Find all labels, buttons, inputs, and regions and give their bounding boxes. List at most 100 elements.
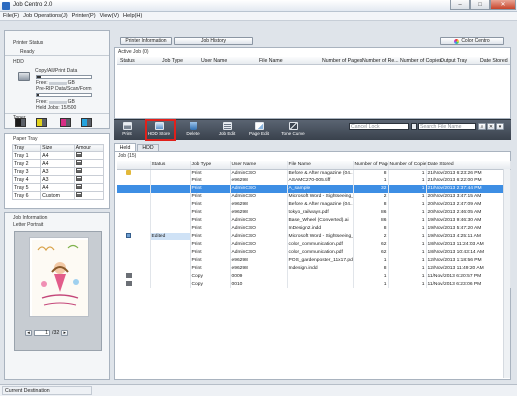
col-number-of-copies[interactable]: Number of Copies <box>400 58 442 64</box>
col-number-of-copies[interactable]: Number of Copies <box>388 161 427 170</box>
row-copies: 1 <box>388 256 427 265</box>
menu-job-operations[interactable]: Job Operations(J) <box>23 13 67 19</box>
search-icon[interactable]: ⌕ <box>478 123 486 130</box>
menu-view[interactable]: View(V) <box>100 13 119 19</box>
row-copies: 1 <box>388 240 427 249</box>
col-job-type[interactable]: Job Type <box>190 161 231 170</box>
menu-printer[interactable]: Printer(P) <box>72 13 96 19</box>
table-row[interactable]: Print AdminCSO color_communication.pdf 62 1 1… <box>117 248 511 257</box>
close-button[interactable]: ✕ <box>490 0 516 10</box>
cancel-lock-field[interactable]: Cancel Lock <box>349 123 409 130</box>
row-icon-cell <box>117 256 151 265</box>
row-date-stored: 12/Nov/2013 1:18:56 PM <box>426 256 511 265</box>
search-options-icon[interactable]: ▾ <box>496 123 504 130</box>
tone-curve-button[interactable]: Tone Curve <box>280 122 306 137</box>
row-file-name: InDesign2.indd <box>287 224 354 233</box>
table-row[interactable]: Print e96298 ASAMC270-005.tiff 1 1 21/Nov/201… <box>117 176 511 185</box>
close-search-icon[interactable]: ✕ <box>487 123 495 130</box>
row-file-name <box>287 272 354 281</box>
col-file-name[interactable]: File Name <box>287 161 354 170</box>
col-icon[interactable] <box>117 161 151 170</box>
row-pages: 2 <box>353 192 389 201</box>
row-file-name: ASAMC270-005.tiff <box>287 176 354 185</box>
col-number-of-pages[interactable]: Number of Pages <box>353 161 389 170</box>
table-row[interactable]: Print AdminCSO A_sample 32 1 21/Nov/2013 2:37… <box>117 184 511 193</box>
vertical-scrollbar[interactable] <box>503 169 510 378</box>
current-destination: Current Destination <box>2 386 92 395</box>
col-job-type[interactable]: Job Type <box>162 58 183 64</box>
row-pages: 8 <box>353 200 389 209</box>
row-job-type: Print <box>190 248 231 257</box>
col-status[interactable]: Status <box>120 58 135 64</box>
search-input[interactable]: Search File Name <box>418 123 476 130</box>
table-row[interactable]: Print AdminCSO Base_Wheel (Converted).ai 86… <box>117 216 511 225</box>
row-copies: 1 <box>388 184 427 193</box>
page-edit-button[interactable]: Page Edit <box>246 122 272 137</box>
row-status <box>150 256 191 265</box>
lock-icon[interactable] <box>411 123 417 130</box>
col-user-name[interactable]: User Name <box>230 161 288 170</box>
hdd-icon <box>18 72 30 81</box>
table-row[interactable]: Print AdminCSO Microsoft Word - Sightseein… <box>117 192 511 201</box>
page-number-input[interactable]: 1 <box>34 330 50 336</box>
row-pages: 8 <box>353 224 389 233</box>
menu-file[interactable]: File(F) <box>3 13 19 19</box>
next-page-button[interactable]: ▸ <box>61 330 69 336</box>
job-information-label: Job Information <box>13 215 48 221</box>
row-icon-cell <box>117 224 151 233</box>
row-icon-cell <box>117 176 151 185</box>
row-user-name: AdminCSO <box>230 192 288 201</box>
col-status[interactable]: Status <box>150 161 191 170</box>
col-file-name[interactable]: File Name <box>259 58 283 64</box>
row-user-name: e96298 <box>230 176 288 185</box>
col-date-stored[interactable]: Date Stored <box>426 161 511 170</box>
col-date-stored[interactable]: Date Stored <box>480 58 508 64</box>
tab-job-history[interactable]: Job History <box>174 37 253 45</box>
menu-help[interactable]: Help(H) <box>123 13 142 19</box>
row-user-name: AdminCSO <box>230 248 288 257</box>
maximize-button[interactable]: □ <box>470 0 490 10</box>
row-status <box>150 208 191 217</box>
row-pages: 62 <box>353 248 389 257</box>
job-edit-icon <box>222 122 232 130</box>
row-date-stored: 18/Nov/2013 10:43:14 AM <box>426 248 511 257</box>
table-row[interactable]: Print AdminCSO InDesign2.indd 8 1 19/Nov/2013… <box>117 224 511 233</box>
col-output-tray[interactable]: Output Tray <box>440 58 467 64</box>
print-button[interactable]: Print <box>114 122 140 137</box>
table-row[interactable]: Print e96298 tokyo_railways.pdf 86 1 20/Nov/2… <box>117 208 511 217</box>
prev-page-button[interactable]: ◂ <box>25 330 32 336</box>
job-list-panel: Job (15) Status Job Type User Name File … <box>114 151 511 380</box>
minimize-button[interactable]: – <box>450 0 470 10</box>
copy-job-icon <box>126 280 132 286</box>
job-edit-label: Job Edit <box>218 131 236 136</box>
toner-c-icon <box>81 118 92 127</box>
table-row[interactable]: Copy 0010 1 1 11/Nov/2013 6:23:06 PM <box>117 280 511 289</box>
delete-button[interactable]: Delete <box>180 122 206 137</box>
row-icon-cell <box>117 280 151 289</box>
job-information-panel: Job Information Letter Portrait ◂ 1 /32 … <box>4 212 110 380</box>
row-pages: 32 <box>353 184 389 193</box>
print-label: Print <box>122 131 132 136</box>
table-row[interactable]: Print AdminCSO color_communication.pdf 62 1 1… <box>117 240 511 249</box>
table-row[interactable]: Edited Print AdminCSO Microsoft Word - Sigh… <box>117 232 511 241</box>
color-centro-button[interactable]: Color Centro <box>440 37 504 45</box>
tray-level-icon <box>75 152 82 157</box>
row-copies: 1 <box>388 192 427 201</box>
table-row[interactable]: Copy 0009 1 1 11/Nov/2013 6:20:57 PM <box>117 272 511 281</box>
row-job-type: Print <box>190 264 231 273</box>
tab-printer-information[interactable]: Printer Information <box>120 37 172 45</box>
row-pages: 2 <box>353 232 389 241</box>
row-copies: 1 <box>388 280 427 289</box>
table-row[interactable]: Print e96298 Before & After magazine (04..… <box>117 200 511 209</box>
row-date-stored: 12/Nov/2013 11:49:20 AM <box>426 264 511 273</box>
col-number-of-re[interactable]: Number of Re... <box>362 58 399 64</box>
row-date-stored: 20/Nov/2013 3:47:15 AM <box>426 192 511 201</box>
table-row[interactable]: Print e96298 Indesign.indd 8 1 12/Nov/2013 11… <box>117 264 511 273</box>
row-copies: 1 <box>388 176 427 185</box>
table-row[interactable]: Print AdminCSO Before & After magazine (04… <box>117 169 511 177</box>
col-user-name[interactable]: User Name <box>201 58 227 64</box>
job-edit-button[interactable]: Job Edit <box>214 122 240 137</box>
table-row[interactable]: Print e96298 POS_gardenposter_11x17.pdf 1 1 1… <box>117 256 511 265</box>
prerip-bar <box>36 93 92 97</box>
col-number-of-pages[interactable]: Number of Pages <box>322 58 362 64</box>
